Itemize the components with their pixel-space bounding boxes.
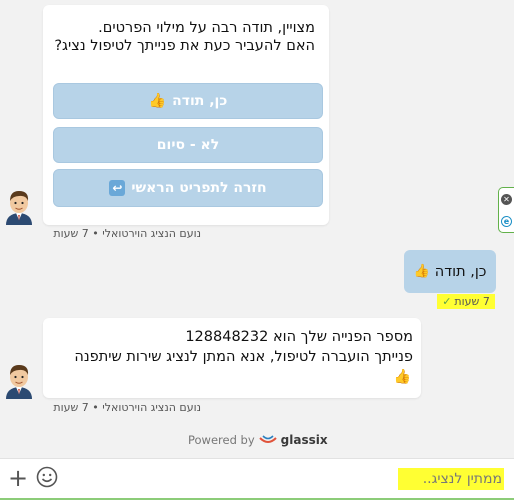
bot-message-text: מצויין, תודה רבה על מילוי הפרטים. האם לה…: [54, 20, 315, 54]
powered-by[interactable]: Powered by glassix: [188, 433, 328, 447]
quick-reply-main-menu-button[interactable]: חזרה לתפריט הראשי ↩: [53, 169, 323, 207]
avatar-icon: [6, 365, 32, 399]
quick-reply-no-button[interactable]: לא - סיום: [53, 127, 323, 163]
chat-area: מצויין, תודה רבה על מילוי הפרטים. האם לה…: [0, 0, 514, 458]
powered-by-label: Powered by: [188, 433, 255, 447]
smiley-icon[interactable]: [36, 466, 58, 488]
quick-reply-label: לא - סיום: [156, 137, 220, 153]
bot-avatar: [2, 361, 36, 399]
e-logo-icon[interactable]: e: [501, 215, 512, 227]
message-meta: נועם הנציג הוירטואלי • 7 שעות: [53, 401, 201, 414]
message-input[interactable]: [398, 468, 504, 490]
message-timestamp: 7 שעות ✓: [437, 294, 495, 309]
avatar-icon: [6, 191, 32, 225]
close-icon[interactable]: ✕: [501, 193, 512, 205]
bot-message-bubble: מצויין, תודה רבה על מילוי הפרטים. האם לה…: [43, 5, 329, 225]
user-message-text: כן, תודה: [434, 263, 487, 280]
thumbs-up-icon: 👍: [148, 93, 167, 109]
glassix-logo-icon: [258, 435, 277, 443]
ticket-number-text: מספר הפנייה שלך הוא 128848232: [185, 329, 413, 345]
brand-name: glassix: [280, 433, 328, 447]
thumbs-up-icon: 👍: [413, 264, 430, 279]
side-widget-tab[interactable]: ✕ e: [498, 187, 514, 233]
bot-avatar: [2, 187, 36, 225]
quick-reply-yes-button[interactable]: כן, תודה 👍: [53, 83, 323, 119]
plus-icon[interactable]: +: [8, 465, 28, 491]
check-icon: ✓: [442, 295, 452, 308]
thumbs-up-icon: 👍: [393, 369, 411, 385]
bot-message-bubble: מספר הפנייה שלך הוא 128848232 פנייתך הוע…: [43, 318, 421, 398]
bot-message-text: פנייתך הועברה לטיפול, אנא המתן לנציג שיר…: [74, 349, 413, 365]
message-input-bar: +: [0, 458, 514, 500]
quick-reply-label: כן, תודה: [172, 93, 228, 109]
timestamp-text: 7 שעות: [454, 295, 490, 308]
message-meta: נועם הנציג הוירטואלי • 7 שעות: [53, 227, 201, 240]
user-message-bubble: כן, תודה 👍: [404, 250, 496, 293]
quick-reply-label: חזרה לתפריט הראשי: [131, 180, 267, 196]
return-arrow-icon: ↩: [109, 180, 126, 196]
